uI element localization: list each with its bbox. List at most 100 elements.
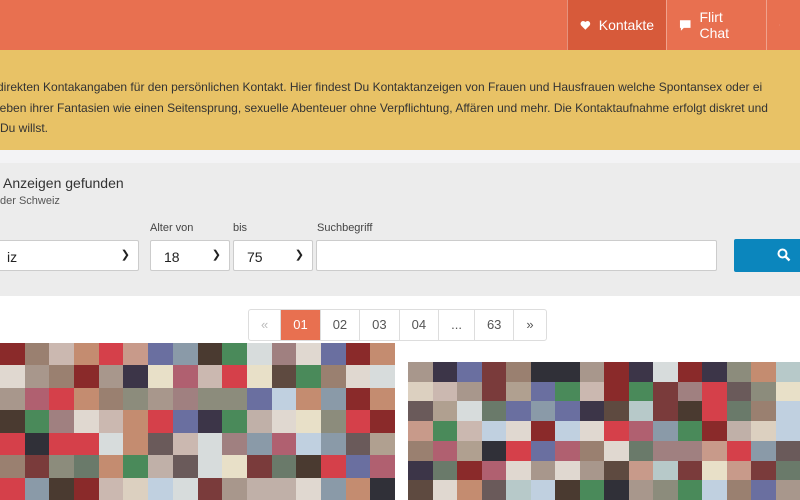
search-button[interactable] — [734, 239, 800, 272]
mosaic-cell — [604, 381, 629, 402]
age-to-select[interactable]: 75 ❯ — [233, 240, 313, 271]
mosaic-cell — [775, 460, 800, 481]
region-text: der Schweiz — [0, 195, 60, 207]
nav-flirt-chat[interactable]: Flirt Chat — [666, 0, 766, 50]
mosaic-cell — [579, 440, 604, 461]
mosaic-cell — [246, 432, 272, 456]
mosaic-cell — [172, 387, 198, 411]
mosaic-cell — [408, 401, 433, 422]
mosaic-cell — [172, 343, 198, 366]
mosaic-cell — [579, 421, 604, 441]
mosaic-cell — [172, 477, 198, 500]
mosaic-cell — [345, 477, 371, 500]
mosaic-cell — [457, 362, 482, 382]
mosaic-cell — [775, 440, 800, 461]
mosaic-cell — [726, 440, 751, 461]
mosaic-cell — [370, 410, 395, 433]
mosaic-cell — [148, 387, 173, 411]
region-select[interactable]: iz ❯ — [0, 240, 139, 271]
mosaic-cell — [530, 440, 555, 461]
mosaic-cell — [506, 480, 531, 500]
age-from-select[interactable]: 18 ❯ — [150, 240, 230, 271]
mosaic-cell — [271, 410, 297, 433]
age-from-label: Alter von — [150, 222, 194, 234]
mosaic-cell — [197, 432, 223, 456]
mosaic-cell — [222, 343, 247, 366]
mosaic-cell — [246, 343, 272, 366]
mosaic-cell — [172, 455, 198, 478]
mosaic-cell — [604, 440, 629, 461]
mosaic-cell — [751, 421, 776, 441]
intro-line: direkten Kontakangaben für den persönlic… — [0, 80, 763, 94]
mosaic-cell — [172, 410, 198, 433]
page-next[interactable]: » — [514, 310, 545, 340]
mosaic-cell — [222, 410, 247, 433]
mosaic-cell — [579, 381, 604, 402]
mosaic-cell — [148, 477, 173, 500]
mosaic-cell — [271, 432, 297, 456]
chat-bubble-icon — [679, 19, 691, 31]
mosaic-cell — [702, 460, 727, 481]
region-value: iz — [7, 249, 18, 265]
mosaic-cell — [123, 343, 149, 366]
mosaic-cell — [677, 381, 702, 402]
mosaic-cell — [148, 410, 173, 433]
mosaic-cell — [506, 440, 531, 461]
mosaic-cell — [702, 480, 727, 500]
mosaic-cell — [530, 421, 555, 441]
page-02[interactable]: 02 — [321, 310, 361, 340]
mosaic-cell — [296, 455, 321, 478]
edit-button[interactable] — [766, 0, 800, 50]
mosaic-cell — [702, 381, 727, 402]
term-label: Suchbegriff — [317, 222, 373, 234]
page-63[interactable]: 63 — [475, 310, 515, 340]
mosaic-cell — [246, 410, 272, 433]
mosaic-cell — [555, 362, 580, 382]
mosaic-cell — [408, 440, 433, 461]
search-input[interactable] — [316, 240, 717, 271]
profile-photo-pixelated[interactable] — [408, 362, 800, 500]
mosaic-cell — [432, 401, 457, 422]
mosaic-cell — [197, 410, 223, 433]
mosaic-cell — [506, 401, 531, 422]
mosaic-cell — [0, 455, 25, 478]
mosaic-cell — [49, 455, 75, 478]
mosaic-cell — [457, 381, 482, 402]
page-03[interactable]: 03 — [360, 310, 400, 340]
intro-line: Du willst. — [0, 121, 49, 135]
mosaic-cell — [604, 421, 629, 441]
mosaic-cell — [604, 480, 629, 500]
profile-photo-pixelated[interactable] — [0, 343, 395, 500]
mosaic-cell — [702, 440, 727, 461]
nav-kontakte[interactable]: Kontakte — [567, 0, 666, 50]
mosaic-cell — [653, 381, 678, 402]
mosaic-cell — [628, 381, 653, 402]
mosaic-cell — [677, 421, 702, 441]
mosaic-cell — [702, 362, 727, 382]
mosaic-cell — [246, 455, 272, 478]
mosaic-cell — [320, 410, 346, 433]
mosaic-cell — [197, 365, 223, 388]
mosaic-cell — [751, 460, 776, 481]
mosaic-cell — [555, 460, 580, 481]
mosaic-cell — [677, 460, 702, 481]
page-prev[interactable]: « — [249, 310, 282, 340]
mosaic-cell — [506, 362, 531, 382]
mosaic-cell — [481, 480, 506, 500]
mosaic-cell — [726, 381, 751, 402]
mosaic-cell — [751, 362, 776, 382]
mosaic-cell — [408, 381, 433, 402]
mosaic-cell — [345, 387, 371, 411]
mosaic-cell — [653, 401, 678, 422]
mosaic-cell — [457, 440, 482, 461]
mosaic-cell — [506, 421, 531, 441]
mosaic-cell — [197, 387, 223, 411]
mosaic-cell — [222, 455, 247, 478]
mosaic-cell — [222, 387, 247, 411]
page-01[interactable]: 01 — [281, 310, 321, 340]
mosaic-cell — [24, 410, 50, 433]
mosaic-cell — [408, 460, 433, 481]
page-04[interactable]: 04 — [400, 310, 440, 340]
mosaic-cell — [296, 477, 321, 500]
mosaic-cell — [148, 432, 173, 456]
